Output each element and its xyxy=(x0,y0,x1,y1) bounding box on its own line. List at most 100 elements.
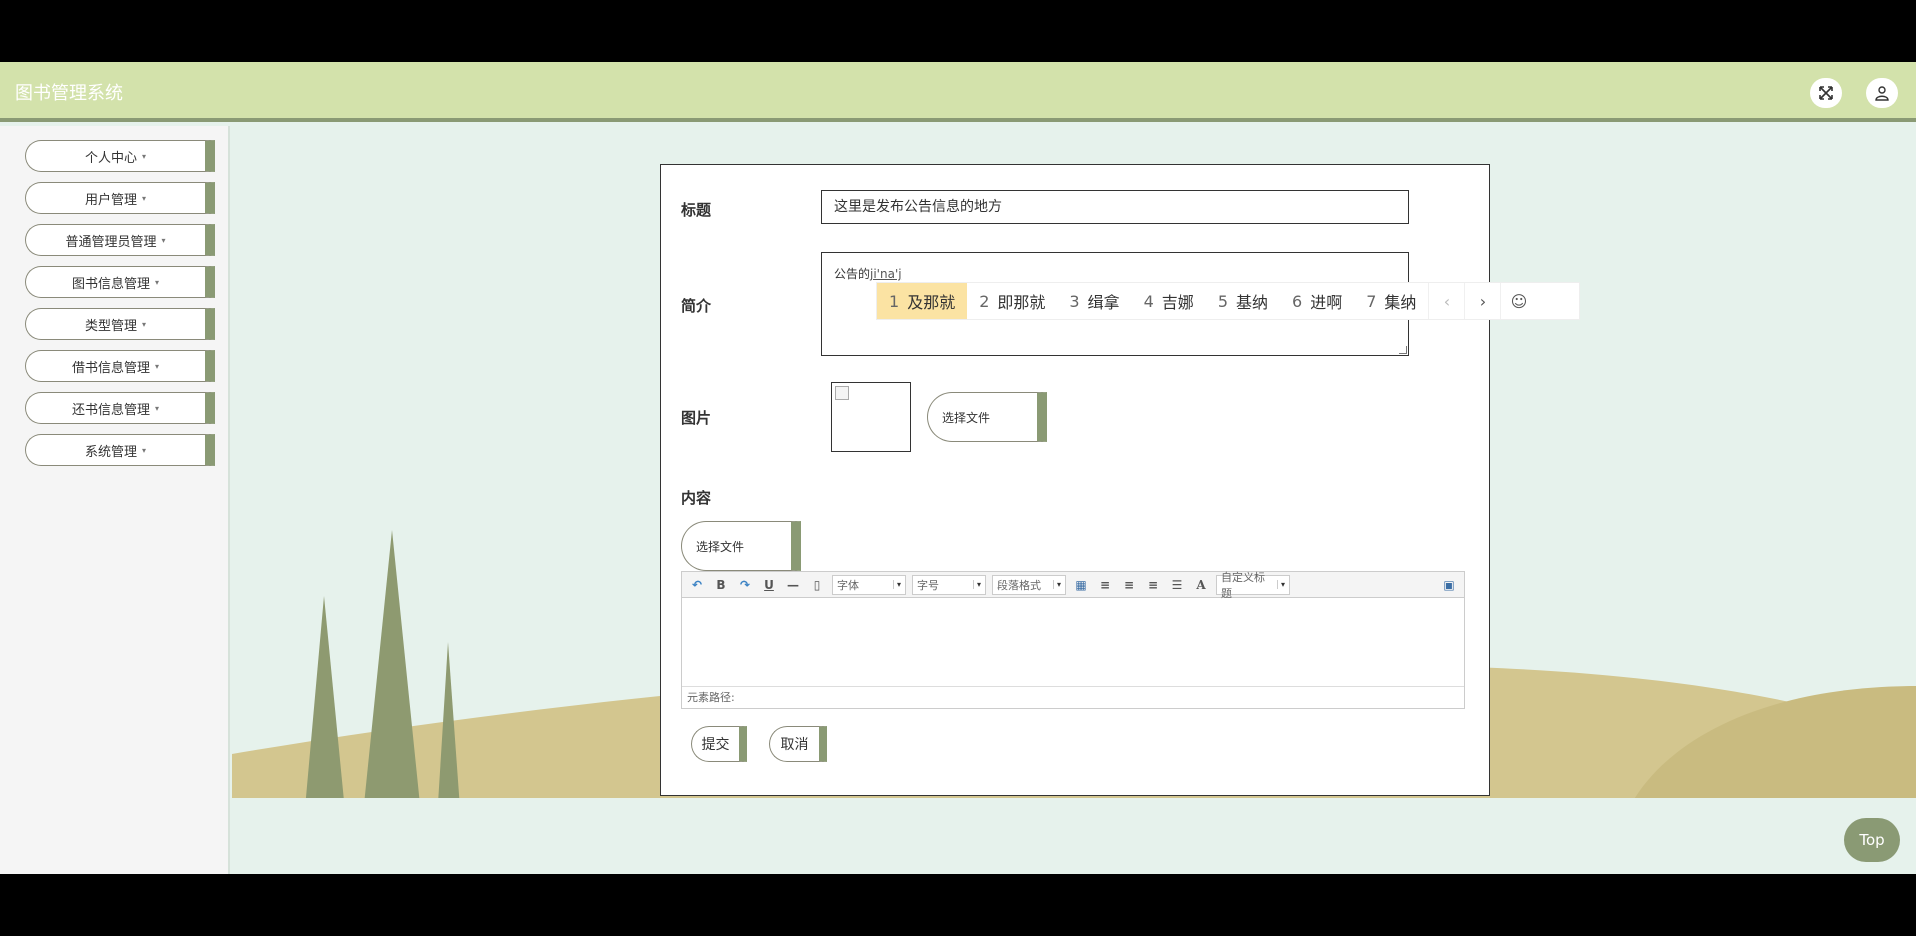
chevron-down-icon: ▾ xyxy=(142,151,147,161)
dropdown-arrow-icon: ▾ xyxy=(892,580,901,589)
table-icon[interactable]: ▦ xyxy=(1072,576,1090,594)
ime-next-page-icon[interactable]: › xyxy=(1464,283,1500,319)
sidebar-item-label: 类型管理 xyxy=(84,318,137,334)
sidebar-item-user-management[interactable]: 用户管理 ▾ xyxy=(25,182,215,214)
ime-candidate[interactable]: 6 进啊 xyxy=(1280,283,1354,319)
chevron-down-icon: ▾ xyxy=(142,445,147,455)
undo-icon[interactable]: ↶ xyxy=(688,576,706,594)
fullscreen-button[interactable] xyxy=(1810,78,1842,108)
sidebar-item-label: 图书信息管理 xyxy=(71,276,150,292)
candidate-number: 6 xyxy=(1292,291,1303,311)
sidebar-item-admin-management[interactable]: 普通管理员管理 ▾ xyxy=(25,224,215,256)
candidate-number: 7 xyxy=(1366,291,1377,311)
bold-icon[interactable]: B xyxy=(712,576,730,594)
candidate-number: 1 xyxy=(889,291,900,311)
sidebar: 个人中心 ▾ 用户管理 ▾ 普通管理员管理 ▾ 图书信息管理 ▾ 类型管理 ▾ 借书信息管… xyxy=(0,126,230,874)
preview-icon[interactable]: ▣ xyxy=(1440,576,1458,594)
font-color-icon[interactable]: A xyxy=(1192,576,1210,594)
dropdown-arrow-icon: ▾ xyxy=(1052,580,1061,589)
sidebar-item-book-info[interactable]: 图书信息管理 ▾ xyxy=(25,266,215,298)
align-left-icon[interactable]: ≡ xyxy=(1096,576,1114,594)
sidebar-item-personal-center[interactable]: 个人中心 ▾ xyxy=(25,140,215,172)
candidate-text: 即那就 xyxy=(997,293,1046,312)
image-label: 图片 xyxy=(681,409,712,427)
ime-candidate[interactable]: 4 吉娜 xyxy=(1132,283,1206,319)
screen: 图书管理系统 个人中心 ▾ 用户管理 ▾ 普通管理员管理 ▾ 图书信息管理 ▾ 类型管理… xyxy=(0,0,1916,936)
sidebar-item-system-management[interactable]: 系统管理 ▾ xyxy=(25,434,215,466)
chevron-down-icon: ▾ xyxy=(155,361,160,371)
underline-icon[interactable]: U xyxy=(760,576,778,594)
sidebar-item-borrow-info[interactable]: 借书信息管理 ▾ xyxy=(25,350,215,382)
ime-candidate[interactable]: 2 即那就 xyxy=(967,283,1057,319)
back-to-top-button[interactable]: Top xyxy=(1844,818,1900,862)
ime-candidate-bar: 1 及那就 2 即那就 3 缉拿 4 吉娜 5 基纳 6 进啊 7 集纳 ‹ › ☺ xyxy=(876,282,1580,320)
title-input[interactable]: 这里是发布公告信息的地方 xyxy=(821,190,1409,224)
sidebar-item-return-info[interactable]: 还书信息管理 ▾ xyxy=(25,392,215,424)
size-select[interactable]: 字号 ▾ xyxy=(912,574,986,595)
user-icon xyxy=(1875,86,1889,101)
paragraph-select-value: 段落格式 xyxy=(997,578,1041,592)
image-upload-button[interactable]: 选择文件 xyxy=(927,392,1047,442)
resize-handle[interactable] xyxy=(1399,346,1407,354)
title-label: 标题 xyxy=(681,201,712,219)
ime-candidate[interactable]: 1 及那就 xyxy=(877,283,968,319)
chevron-down-icon: ▾ xyxy=(155,403,160,413)
candidate-number: 5 xyxy=(1217,291,1228,311)
user-button[interactable] xyxy=(1866,78,1898,108)
top-header: 图书管理系统 xyxy=(0,62,1916,122)
dropdown-arrow-icon: ▾ xyxy=(1276,580,1285,589)
ime-candidate[interactable]: 3 缉拿 xyxy=(1057,283,1131,319)
align-justify-icon[interactable]: ☰ xyxy=(1168,576,1186,594)
broken-image-icon xyxy=(835,386,849,400)
expand-arrows-icon xyxy=(1819,86,1833,100)
candidate-text: 进啊 xyxy=(1310,293,1343,312)
sidebar-item-label: 系统管理 xyxy=(84,444,137,460)
paragraph-select[interactable]: 段落格式 ▾ xyxy=(992,574,1066,595)
chevron-down-icon: ▾ xyxy=(155,277,160,287)
font-select-value: 字体 xyxy=(837,578,859,592)
candidate-text: 吉娜 xyxy=(1161,293,1194,312)
sidebar-item-label: 用户管理 xyxy=(84,192,137,208)
candidate-text: 及那就 xyxy=(907,293,956,312)
candidate-number: 4 xyxy=(1143,291,1154,311)
redo-icon[interactable]: ↷ xyxy=(736,576,754,594)
candidate-text: 集纳 xyxy=(1384,293,1417,312)
align-right-icon[interactable]: ≡ xyxy=(1120,576,1138,594)
ime-composition-text: ji'na'j xyxy=(870,267,902,281)
ime-candidate[interactable]: 7 集纳 xyxy=(1354,283,1428,319)
candidate-number: 3 xyxy=(1069,291,1080,311)
chevron-down-icon: ▾ xyxy=(142,193,147,203)
sidebar-item-label: 借书信息管理 xyxy=(71,360,150,376)
summary-label: 简介 xyxy=(681,297,712,315)
content-upload-button[interactable]: 选择文件 xyxy=(681,521,801,571)
candidate-text: 基纳 xyxy=(1236,293,1269,312)
content-label: 内容 xyxy=(681,489,712,507)
custom-title-select-value: 自定义标题 xyxy=(1221,570,1265,600)
sidebar-item-label: 普通管理员管理 xyxy=(65,234,157,250)
app-title: 图书管理系统 xyxy=(15,83,123,104)
emoji-icon[interactable]: ☺ xyxy=(1500,283,1536,319)
image-preview xyxy=(831,382,911,452)
align-center-icon[interactable]: ≡ xyxy=(1144,576,1162,594)
rich-text-editor: ↶ B ↷ U — ▯ 字体 ▾ 字号 ▾ 段落格式 ▾ ▦ ≡ ≡ ≡ ☰ A 自定… xyxy=(681,571,1465,709)
editor-toolbar: ↶ B ↷ U — ▯ 字体 ▾ 字号 ▾ 段落格式 ▾ ▦ ≡ ≡ ≡ ☰ A 自定… xyxy=(682,571,1464,600)
summary-text: 公告的 xyxy=(834,267,871,281)
sidebar-item-label: 还书信息管理 xyxy=(71,402,150,418)
dropdown-arrow-icon: ▾ xyxy=(972,580,981,589)
size-select-value: 字号 xyxy=(917,578,939,592)
ime-candidate[interactable]: 5 基纳 xyxy=(1206,283,1280,319)
ime-prev-page-icon[interactable]: ‹ xyxy=(1428,283,1464,319)
editor-element-path: 元素路径: xyxy=(682,686,1464,708)
page-icon[interactable]: ▯ xyxy=(808,576,826,594)
sidebar-item-type-management[interactable]: 类型管理 ▾ xyxy=(25,308,215,340)
candidate-text: 缉拿 xyxy=(1087,293,1120,312)
chevron-down-icon: ▾ xyxy=(142,319,147,329)
submit-button[interactable]: 提交 xyxy=(691,726,747,762)
candidate-number: 2 xyxy=(979,291,990,311)
editor-body[interactable] xyxy=(682,599,1464,685)
horizontal-rule-icon[interactable]: — xyxy=(784,576,802,594)
app-window: 图书管理系统 个人中心 ▾ 用户管理 ▾ 普通管理员管理 ▾ 图书信息管理 ▾ 类型管理… xyxy=(0,62,1916,874)
cancel-button[interactable]: 取消 xyxy=(769,726,827,762)
custom-title-select[interactable]: 自定义标题 ▾ xyxy=(1216,571,1290,600)
font-select[interactable]: 字体 ▾ xyxy=(832,574,906,595)
